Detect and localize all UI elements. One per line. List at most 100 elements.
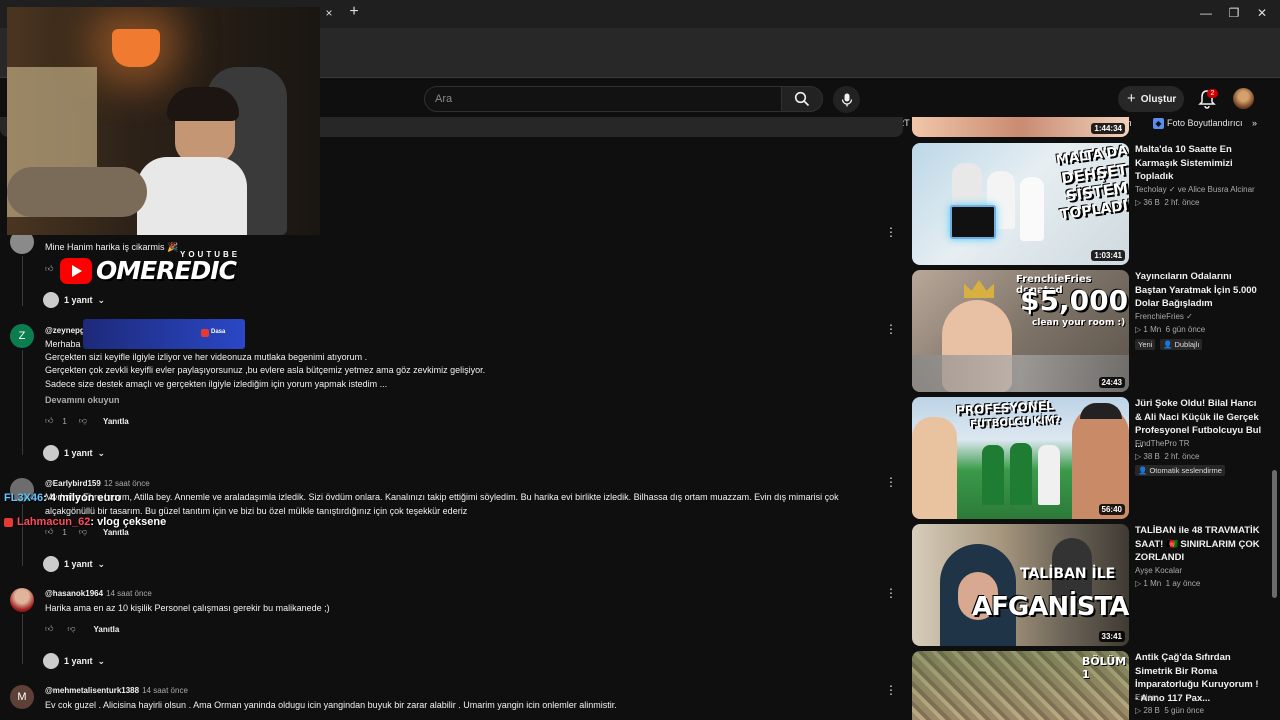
comment-menu-icon[interactable]: ⋮ (885, 586, 897, 600)
person-hair-shape (167, 87, 239, 121)
video-thumbnail[interactable]: BÖLÜM 1 (912, 651, 1129, 720)
views-icon: ▷ (1135, 452, 1142, 461)
thumbs-up-icon[interactable]: 👍︎ (45, 527, 53, 537)
comment-author[interactable]: @Earlybird159 12 saat önce (45, 479, 150, 488)
dubbed-badge: 👤 Dublajlı (1160, 339, 1203, 350)
thumbs-up-icon[interactable]: 👍︎ (45, 416, 53, 426)
comment-author[interactable]: @hasanok1964 14 saat önce (45, 589, 152, 598)
thumbnail-text: PROFESYONEL (955, 398, 1054, 418)
video-duration: 1:03:41 (1091, 250, 1125, 261)
video-title[interactable]: Malta'da 10 Saatte En Karmaşık Sistemimi… (1135, 143, 1263, 184)
video-thumbnail[interactable]: TALİBAN İLE AFGANİSTAN 33:41 (912, 524, 1129, 646)
video-duration: 24:43 (1098, 377, 1125, 388)
thumbs-up-icon[interactable]: 👍︎ (45, 264, 53, 274)
verified-icon: ✓ (1186, 312, 1193, 321)
comment-avatar[interactable] (10, 588, 34, 612)
comment-author[interactable]: @zeynepg (45, 326, 85, 335)
channel-name[interactable]: Erdem (1135, 693, 1159, 702)
comment-actions: 👍︎ (45, 263, 53, 275)
comment-time: 14 saat önce (142, 686, 188, 695)
new-tab-button[interactable]: + (346, 4, 362, 20)
reply-avatar (43, 556, 59, 572)
channel-name[interactable]: Ayşe Kocalar (1135, 566, 1182, 575)
chat-badge-icon (4, 518, 13, 527)
tab-close-icon[interactable]: × (322, 6, 336, 20)
video-duration: 33:41 (1098, 631, 1125, 642)
video-thumbnail[interactable]: FrenchieFries donated $5,000 clean your … (912, 270, 1129, 392)
bookmark-favicon-icon: ◆ (1153, 117, 1164, 129)
video-thumbnail[interactable]: 1:44:34 (912, 117, 1129, 137)
person-arm-shape (7, 167, 147, 217)
search-icon (794, 91, 810, 107)
views-icon: ▷ (1135, 325, 1142, 334)
comment-menu-icon[interactable]: ⋮ (885, 475, 897, 489)
channel-name[interactable]: Techolay ✓ ve Alice Busra Alcinar (1135, 185, 1255, 194)
voice-search-button[interactable] (833, 86, 860, 113)
video-thumbnail[interactable]: MALTA'DA DEHŞET SİSTEM TOPLADIK 1:03:41 (912, 143, 1129, 265)
chat-username: FL3X46 (4, 492, 44, 504)
logo-text: OMEREDIC (96, 256, 237, 285)
microphone-icon (841, 93, 852, 106)
auto-dub-badge: 👤 Otomatik seslendirme (1135, 465, 1225, 476)
more-bookmarks-icon[interactable]: » (1252, 115, 1257, 131)
scrollbar-track[interactable] (1271, 117, 1279, 720)
video-meta: ▷ 36 B 2 hf. önce (1135, 198, 1200, 207)
channel-name[interactable]: FindThePro TR (1135, 439, 1190, 448)
thumbs-down-icon[interactable]: 👎︎ (79, 416, 87, 426)
comment-text-line: Gerçekten sizi keyifle ilgiyle izliyor v… (45, 352, 368, 362)
comment-author[interactable]: @mehmetalisenturk1388 14 saat önce (45, 686, 188, 695)
comment-menu-icon[interactable]: ⋮ (885, 322, 897, 336)
views-icon: ▷ (1135, 706, 1142, 715)
comment-text-line: Gerçekten çok zevkli keyifli evler payla… (45, 365, 486, 375)
search-button[interactable] (781, 86, 823, 112)
thumbs-down-icon[interactable]: 👎︎ (67, 624, 75, 634)
replies-toggle[interactable]: 1 yanıt ⌄ (43, 556, 105, 572)
create-button[interactable]: + Oluştur (1118, 86, 1184, 112)
thumbnail-text: clean your room :) (1032, 318, 1126, 328)
comment-text-line: Merhaba (45, 339, 81, 349)
video-title[interactable]: TALİBAN ile 48 TRAVMATİK SAAT! 🇦🇫 SINIRL… (1135, 524, 1263, 565)
video-meta: ▷ 1 Mn 1 ay önce (1135, 579, 1201, 588)
reply-button[interactable]: Yanıtla (94, 625, 120, 634)
comment-menu-icon[interactable]: ⋮ (885, 683, 897, 697)
thread-line (22, 614, 23, 664)
replies-toggle[interactable]: 1 yanıt ⌄ (43, 653, 105, 669)
reply-button[interactable]: Yanıtla (103, 417, 129, 426)
comment-menu-icon[interactable]: ⋮ (885, 225, 897, 239)
scrollbar-thumb[interactable] (1272, 470, 1277, 598)
comment-time: 12 saat önce (103, 479, 150, 488)
thread-line (22, 256, 23, 306)
read-more-link[interactable]: Devamını okuyun (45, 395, 120, 405)
replies-count-label: 1 yanıt (64, 656, 93, 666)
comment-avatar[interactable]: Z (10, 324, 34, 348)
video-duration: 1:44:34 (1091, 123, 1125, 134)
thumbs-up-icon[interactable]: 👍︎ (45, 624, 53, 634)
replies-toggle[interactable]: 1 yanıt ⌄ (43, 445, 105, 461)
channel-name[interactable]: FrenchieFries ✓ (1135, 312, 1193, 321)
account-avatar[interactable] (1233, 88, 1254, 109)
thumbnail-text: $5,000 (1020, 284, 1129, 317)
bookmark-label: Foto Boyutlandırıcı (1167, 118, 1243, 128)
restore-icon[interactable]: ❐ (1224, 5, 1244, 21)
minimize-icon[interactable]: — (1196, 5, 1216, 21)
webcam-overlay (7, 7, 320, 235)
replies-toggle[interactable]: 1 yanıt ⌄ (43, 292, 105, 308)
close-window-icon[interactable]: ✕ (1252, 5, 1272, 21)
video-meta: ▷ 38 B 2 hf. önce (1135, 452, 1200, 461)
comment-avatar[interactable]: M (10, 685, 34, 709)
bookmark-item[interactable]: ◆ Foto Boyutlandırıcı (1153, 115, 1243, 131)
chevron-down-icon: ⌄ (97, 447, 106, 458)
video-thumbnail[interactable]: PROFESYONEL FUTBOLCU KİM? 56:40 (912, 397, 1129, 519)
comment-time: 14 saat önce (106, 589, 152, 598)
chevron-down-icon: ⌄ (97, 294, 106, 305)
streamer-logo: YOUTUBE OMEREDIC (60, 250, 242, 289)
reply-button[interactable]: Yanıtla (103, 528, 129, 537)
search-input[interactable] (425, 87, 781, 111)
video-title[interactable]: Yayıncıların Odalarını Baştan Yaratmak İ… (1135, 270, 1263, 311)
thumbs-down-icon[interactable]: 👎︎ (79, 527, 87, 537)
reply-avatar (43, 292, 59, 308)
thumbnail-text: TALİBAN İLE (1020, 566, 1116, 582)
thumbnail-text: FUTBOLCU KİM? (969, 414, 1061, 431)
thumbnail-text: AFGANİSTAN (972, 592, 1129, 622)
chat-message: Lahmacun_62: vlog çeksene (4, 516, 166, 528)
